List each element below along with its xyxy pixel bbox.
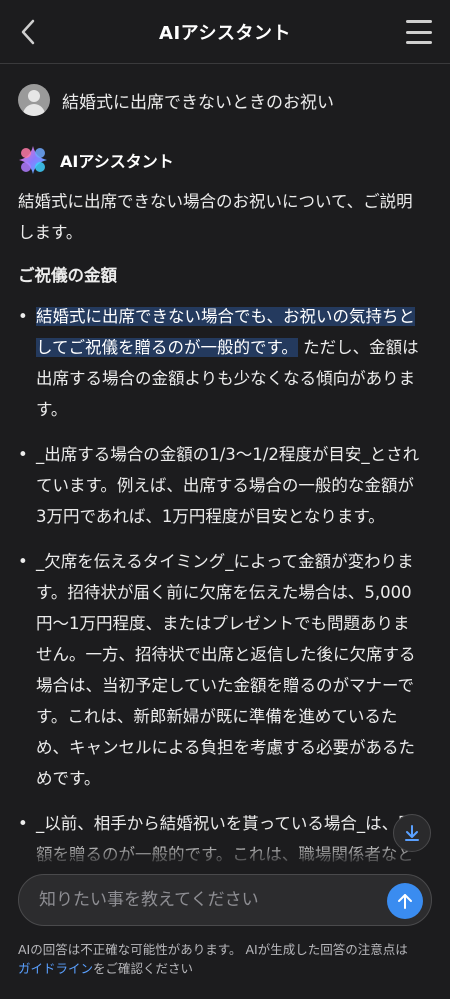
list-item: _出席する場合の金額の1/3〜1/2程度が目安_とされています。例えば、出席する… — [18, 439, 424, 532]
arrow-up-icon — [398, 894, 412, 909]
disclaimer-text: AIの回答は不正確な可能性があります。 AIが生成した回答の注意点は — [18, 942, 408, 957]
ai-sparkle-logo-icon — [19, 146, 47, 174]
user-message: 結婚式に出席できないときのお祝い — [62, 92, 334, 113]
avatar — [18, 84, 50, 116]
content-fade — [0, 840, 450, 868]
chat-input[interactable] — [39, 875, 379, 925]
assistant-header-row: AIアシスタント — [18, 145, 174, 175]
send-button[interactable] — [387, 883, 423, 919]
assistant-response: 結婚式に出席できない場合のお祝いについて、ご説明します。 ご祝儀の金額 結婚式に… — [18, 186, 424, 915]
chat-input-bar — [18, 874, 432, 926]
list-item-text: _出席する場合の金額の1/3〜1/2程度が目安_とされています。例えば、出席する… — [36, 445, 420, 526]
list-item: _欠席を伝えるタイミング_によって金額が変わります。招待状が届く前に欠席を伝えた… — [18, 546, 424, 794]
assistant-name: AIアシスタント — [60, 152, 174, 171]
chevron-left-icon — [21, 19, 35, 45]
page-title: AIアシスタント — [159, 22, 291, 44]
scroll-to-bottom-button[interactable] — [393, 814, 431, 852]
disclaimer-text-end: をご確認ください — [93, 961, 194, 976]
list-item: 結婚式に出席できない場合でも、お祝いの気持ちとしてご祝儀を贈るのが一般的です。 … — [18, 301, 424, 425]
back-button[interactable] — [14, 16, 42, 48]
app-header: AIアシスタント — [0, 0, 450, 64]
user-message-row: 結婚式に出席できないときのお祝い — [18, 84, 334, 116]
hamburger-menu-icon[interactable] — [406, 20, 432, 44]
guideline-link[interactable]: ガイドライン — [18, 961, 93, 976]
section-heading: ご祝儀の金額 — [18, 266, 117, 285]
disclaimer: AIの回答は不正確な可能性があります。 AIが生成した回答の注意点は ガイドライン… — [18, 940, 438, 978]
response-intro: 結婚式に出席できない場合のお祝いについて、ご説明します。 — [18, 192, 413, 242]
bullet-list: 結婚式に出席できない場合でも、お祝いの気持ちとしてご祝儀を贈るのが一般的です。 … — [18, 301, 424, 901]
arrow-down-icon — [405, 825, 419, 841]
list-item-text: _欠席を伝えるタイミング_によって金額が変わります。招待状が届く前に欠席を伝えた… — [36, 552, 416, 788]
